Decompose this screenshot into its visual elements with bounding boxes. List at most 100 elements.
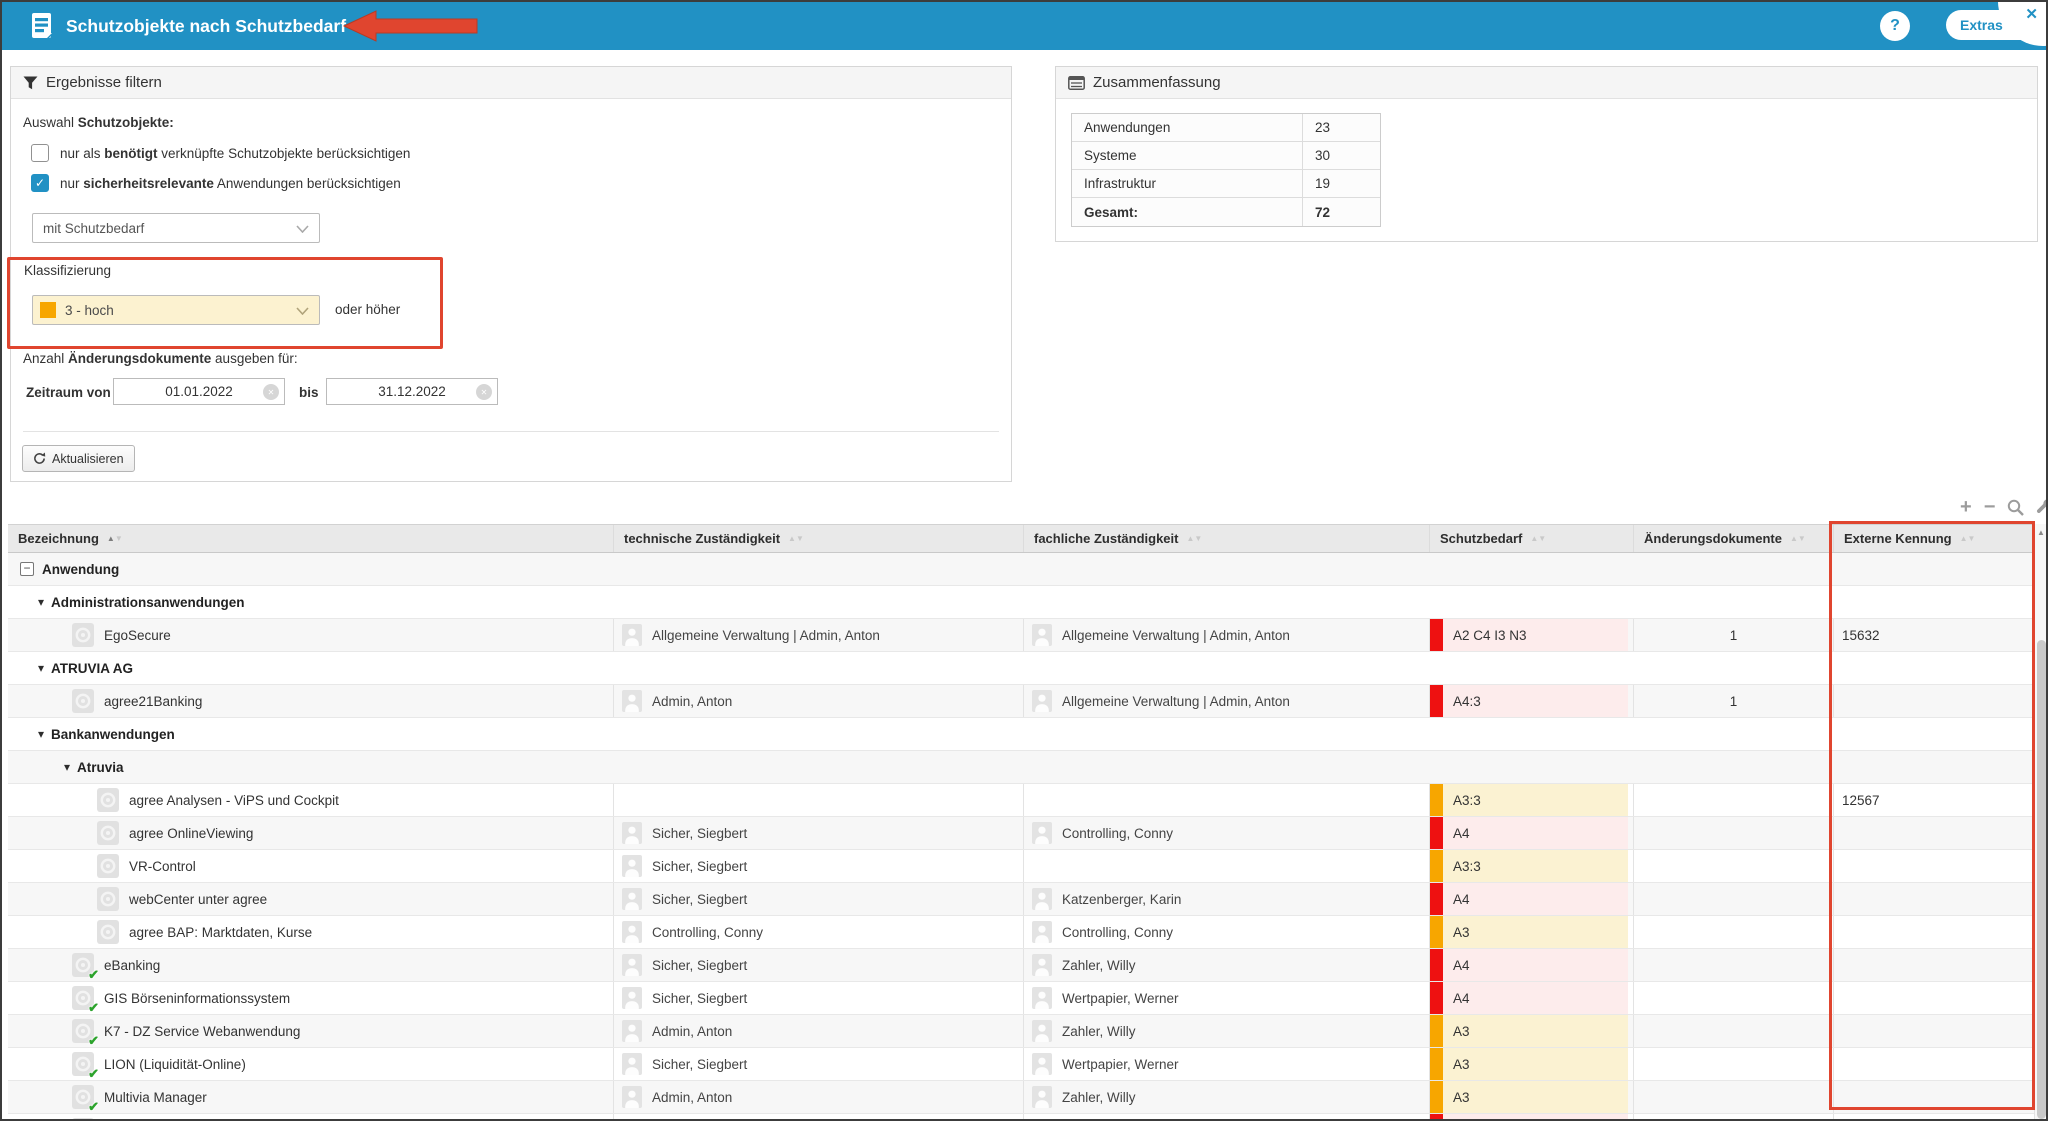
- application-icon: [72, 689, 94, 713]
- table-row[interactable]: ✔GIS BörseninformationssystemSicher, Sie…: [8, 982, 2034, 1015]
- table-group-row[interactable]: ▾Atruvia: [8, 751, 2034, 784]
- severity-bar: [1430, 916, 1443, 948]
- search-icon[interactable]: [2007, 499, 2024, 516]
- table-row[interactable]: webCenter unter agreeSicher, SiegbertKat…: [8, 883, 2034, 916]
- summary-table: Anwendungen23 Systeme30 Infrastruktur19 …: [1071, 113, 1381, 227]
- object-name: agree21Banking: [104, 694, 202, 709]
- sort-icons[interactable]: ▲▼: [1960, 535, 1976, 543]
- table-row[interactable]: agree OnlineViewingSicher, SiegbertContr…: [8, 817, 2034, 850]
- table-row[interactable]: EgoSecure Allgemeine Verwaltung | Admin, …: [8, 619, 2034, 652]
- column-label: Bezeichnung: [18, 531, 99, 546]
- check-icon: ✔: [88, 1033, 99, 1047]
- column-header-aenderungsdokumente[interactable]: Änderungsdokumente ▲▼: [1634, 525, 1834, 552]
- collapse-icon[interactable]: −: [20, 562, 34, 576]
- table-row[interactable]: VR-ControlSicher, SiegbertA3:3: [8, 850, 2034, 883]
- person-icon: [622, 822, 642, 844]
- collapse-all-icon[interactable]: −: [1984, 498, 1996, 516]
- column-header-technische-zustaendigkeit[interactable]: technische Zuständigkeit ▲▼: [614, 525, 1024, 552]
- person-icon: [1032, 888, 1052, 910]
- object-name: agree BAP: Marktdaten, Kurse: [129, 925, 312, 940]
- severity-bar: [1430, 883, 1443, 915]
- responsible-technical: Allgemeine Verwaltung | Admin, Anton: [652, 628, 880, 643]
- checkbox-sicherheitsrelevante[interactable]: ✓ nur sicherheitsrelevante Anwendungen b…: [31, 174, 401, 192]
- severity-bar: [1430, 817, 1443, 849]
- column-header-fachliche-zustaendigkeit[interactable]: fachliche Zuständigkeit ▲▼: [1024, 525, 1430, 552]
- application-icon: ✔: [72, 1052, 94, 1076]
- application-icon: [97, 854, 119, 878]
- date-from-value: 01.01.2022: [165, 384, 233, 399]
- application-icon: [97, 788, 119, 812]
- vertical-scrollbar[interactable]: ▲: [2034, 524, 2048, 1121]
- object-name: EgoSecure: [104, 628, 171, 643]
- expand-all-icon[interactable]: +: [1960, 498, 1972, 516]
- scroll-up-icon[interactable]: ▲: [2037, 528, 2045, 537]
- table-row[interactable]: ✔eBankingSicher, SiegbertZahler, WillyA4: [8, 949, 2034, 982]
- table-row[interactable]: ✔K7 - DZ Service WebanwendungAdmin, Anto…: [8, 1015, 2034, 1048]
- responsible-functional: Wertpapier, Werner: [1062, 1057, 1179, 1072]
- table-row[interactable]: agree21BankingAdmin, AntonAllgemeine Ver…: [8, 685, 2034, 718]
- app-header: Schutzobjekte nach Schutzbedarf ? Extras…: [2, 2, 2046, 50]
- application-icon: [97, 887, 119, 911]
- table-row[interactable]: agree BAP: Marktdaten, Kurse Controlling,…: [8, 916, 2034, 949]
- checkbox-unchecked-icon[interactable]: [31, 144, 49, 162]
- collapse-triangle-icon[interactable]: ▾: [64, 760, 70, 774]
- schutzbedarf-select[interactable]: mit Schutzbedarf: [32, 213, 320, 243]
- scrollbar-thumb[interactable]: [2037, 640, 2046, 1119]
- severity-bar: [1430, 1081, 1443, 1113]
- clear-icon[interactable]: ✕: [263, 384, 279, 400]
- checkbox-checked-icon[interactable]: ✓: [31, 174, 49, 192]
- responsible-technical: Admin, Anton: [652, 1090, 732, 1105]
- schutzbedarf-value: A4: [1443, 1114, 1628, 1121]
- responsible-technical: Controlling, Conny: [652, 925, 763, 940]
- annotation-arrow: [340, 7, 480, 45]
- sort-icons[interactable]: ▲▼: [1790, 535, 1806, 543]
- group-label: Anwendung: [42, 562, 119, 577]
- filter-panel: Ergebnisse filtern Auswahl Schutzobjekte…: [10, 66, 1012, 482]
- column-header-schutzbedarf[interactable]: Schutzbedarf ▲▼: [1430, 525, 1634, 552]
- collapse-triangle-icon[interactable]: ▾: [38, 727, 44, 741]
- table-row[interactable]: WPDirect / WP2Allgemeine Verwaltung | Ad…: [8, 1114, 2034, 1121]
- table-row[interactable]: ✔LION (Liquidität-Online)Sicher, Siegber…: [8, 1048, 2034, 1081]
- collapse-triangle-icon[interactable]: ▾: [38, 595, 44, 609]
- sort-icons[interactable]: ▲▼: [788, 535, 804, 543]
- person-icon: [622, 1020, 642, 1042]
- summary-panel: Zusammenfassung Anwendungen23 Systeme30 …: [1055, 66, 2038, 242]
- object-name: GIS Börseninformationssystem: [104, 991, 290, 1006]
- klassifizierung-select[interactable]: 3 - hoch: [32, 295, 320, 325]
- oder-hoeher-label: oder höher: [335, 295, 400, 325]
- object-name: agree Analysen - ViPS und Cockpit: [129, 793, 339, 808]
- date-to-input[interactable]: 31.12.2022 ✕: [326, 378, 498, 405]
- collapse-triangle-icon[interactable]: ▾: [38, 661, 44, 675]
- table-group-row[interactable]: ▾Administrationsanwendungen: [8, 586, 2034, 619]
- help-button[interactable]: ?: [1880, 11, 1910, 41]
- filter-icon: [23, 76, 38, 90]
- sort-icons[interactable]: ▲▼: [1530, 535, 1546, 543]
- responsible-technical: Sicher, Siegbert: [652, 859, 747, 874]
- checkbox-benoetigt[interactable]: nur als benötigt verknüpfte Schutzobjekt…: [31, 144, 410, 162]
- column-label: fachliche Zuständigkeit: [1034, 531, 1178, 546]
- column-header-bezeichnung[interactable]: Bezeichnung ▲▼: [8, 525, 614, 552]
- aenderungsdokumente-count: 1: [1730, 628, 1738, 643]
- sort-icons[interactable]: ▲▼: [107, 535, 123, 543]
- sort-icons[interactable]: ▲▼: [1186, 535, 1202, 543]
- person-icon: [1032, 954, 1052, 976]
- clear-icon[interactable]: ✕: [476, 384, 492, 400]
- application-icon: ✔: [72, 986, 94, 1010]
- date-from-input[interactable]: 01.01.2022 ✕: [113, 378, 285, 405]
- object-name: K7 - DZ Service Webanwendung: [104, 1024, 300, 1039]
- aktualisieren-button[interactable]: Aktualisieren: [22, 445, 135, 472]
- table-row[interactable]: ✔Multivia ManagerAdmin, AntonZahler, Wil…: [8, 1081, 2034, 1114]
- summary-row: Anwendungen23: [1072, 114, 1380, 142]
- summary-total-row: Gesamt:72: [1072, 198, 1380, 226]
- responsible-functional: Allgemeine Verwaltung | Admin, Anton: [1062, 694, 1290, 709]
- auswahl-label: Auswahl Schutzobjekte:: [23, 115, 174, 130]
- column-header-externe-kennung[interactable]: Externe Kennung ▲▼: [1834, 525, 2034, 552]
- close-button[interactable]: ✕: [2025, 5, 2038, 23]
- schutzbedarf-value: A3: [1443, 1081, 1628, 1113]
- table-group-row[interactable]: ▾ATRUVIA AG: [8, 652, 2034, 685]
- table-group-row[interactable]: −Anwendung: [8, 553, 2034, 586]
- person-icon: [1032, 624, 1052, 646]
- table-group-row[interactable]: ▾Bankanwendungen: [8, 718, 2034, 751]
- settings-wrench-icon[interactable]: [2036, 499, 2048, 516]
- table-row[interactable]: agree Analysen - ViPS und CockpitA3:3125…: [8, 784, 2034, 817]
